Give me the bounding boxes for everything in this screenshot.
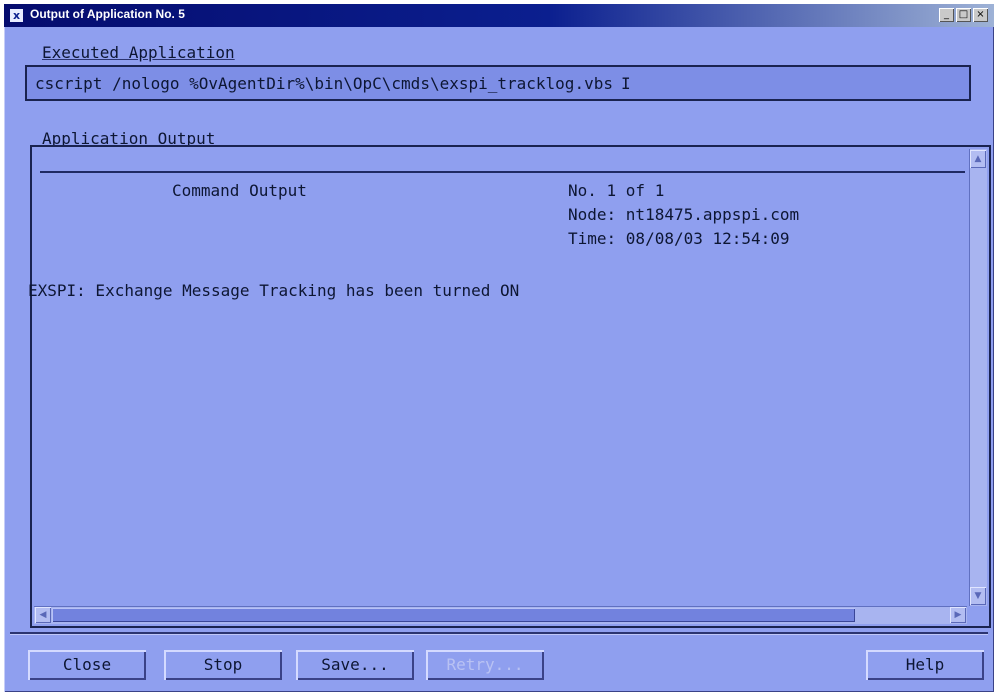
help-button[interactable]: Help xyxy=(866,650,984,680)
executed-command-text: cscript /nologo %OvAgentDir%\bin\OpC\cmd… xyxy=(35,74,613,93)
text-cursor-icon: I xyxy=(620,74,631,93)
minimize-icon[interactable]: _ xyxy=(939,8,954,22)
executed-application-label: Executed Application xyxy=(42,43,235,62)
close-icon[interactable]: × xyxy=(973,8,988,22)
output-node: Node: nt18475.appspi.com xyxy=(568,205,800,224)
scroll-down-icon[interactable]: ▼ xyxy=(970,587,986,605)
output-window: x Output of Application No. 5 _ □ × Exec… xyxy=(4,4,994,692)
title-bar[interactable]: x Output of Application No. 5 _ □ × xyxy=(4,4,994,27)
stop-button[interactable]: Stop xyxy=(164,650,282,680)
scroll-right-icon[interactable]: ▶ xyxy=(950,607,966,623)
executed-command-field[interactable]: cscript /nologo %OvAgentDir%\bin\OpC\cmd… xyxy=(25,65,971,101)
command-output-heading: Command Output xyxy=(172,181,307,200)
horizontal-scroll-thumb[interactable] xyxy=(52,608,855,622)
output-message: EXSPI: Exchange Message Tracking has bee… xyxy=(28,281,520,300)
output-text-area[interactable]: Command Output No. 1 of 1 Node: nt18475.… xyxy=(28,153,967,604)
scroll-left-icon[interactable]: ◀ xyxy=(35,607,51,623)
window-menu-icon[interactable]: x xyxy=(10,9,23,22)
maximize-icon[interactable]: □ xyxy=(956,8,971,22)
vertical-scrollbar[interactable]: ▲ ▼ xyxy=(969,149,987,606)
button-bar-divider xyxy=(10,632,988,634)
output-header-rule xyxy=(40,171,965,173)
scroll-up-icon[interactable]: ▲ xyxy=(970,150,986,168)
save-button[interactable]: Save... xyxy=(296,650,414,680)
window-title: Output of Application No. 5 xyxy=(30,7,185,21)
retry-button: Retry... xyxy=(426,650,544,680)
output-count: No. 1 of 1 xyxy=(568,181,665,200)
close-button[interactable]: Close xyxy=(28,650,146,680)
output-time: Time: 08/08/03 12:54:09 xyxy=(568,229,790,248)
horizontal-scrollbar[interactable]: ◀ ▶ xyxy=(34,606,967,624)
application-output-panel: Command Output No. 1 of 1 Node: nt18475.… xyxy=(28,145,991,628)
